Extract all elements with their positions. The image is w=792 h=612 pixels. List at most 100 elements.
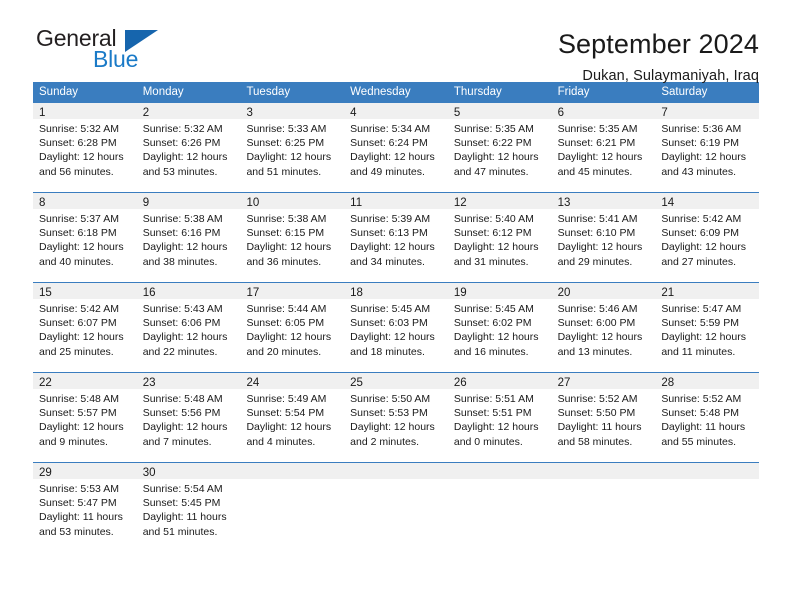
day-number: 26 [453, 377, 467, 389]
calendar-day-cell[interactable]: 9 Sunrise: 5:38 AM Sunset: 6:16 PM Daylig… [136, 193, 241, 282]
calendar-day-cell[interactable]: 25 Sunrise: 5:50 AM Sunset: 5:53 PM Dayli… [344, 373, 448, 462]
calendar-day-cell[interactable]: 12 Sunrise: 5:40 AM Sunset: 6:12 PM Dayli… [447, 193, 552, 282]
general-blue-logo[interactable]: General Blue [33, 26, 216, 82]
day-number-band: 27 [551, 373, 656, 389]
day-sun-details: Sunrise: 5:48 AM Sunset: 5:56 PM Dayligh… [142, 393, 228, 448]
day-sun-details: Sunrise: 5:38 AM Sunset: 6:15 PM Dayligh… [246, 213, 332, 268]
day-number-band: 6 [551, 103, 656, 119]
calendar-day-cell[interactable]: 16 Sunrise: 5:43 AM Sunset: 6:06 PM Dayli… [136, 283, 241, 372]
day-number-band: 13 [551, 193, 656, 209]
page-title: September 2024 [557, 29, 759, 59]
day-number-band: 15 [33, 283, 137, 299]
calendar-day-cell[interactable]: 7 Sunrise: 5:36 AM Sunset: 6:19 PM Daylig… [655, 103, 760, 192]
day-number: 27 [557, 377, 571, 389]
calendar-week-row: 8 Sunrise: 5:37 AM Sunset: 6:18 PM Daylig… [33, 192, 760, 282]
calendar-day-cell[interactable]: 8 Sunrise: 5:37 AM Sunset: 6:18 PM Daylig… [33, 193, 137, 282]
calendar-day-cell[interactable]: 21 Sunrise: 5:47 AM Sunset: 5:59 PM Dayli… [655, 283, 760, 372]
calendar-day-cell[interactable]: 15 Sunrise: 5:42 AM Sunset: 6:07 PM Dayli… [33, 283, 137, 372]
day-number: 6 [557, 107, 564, 119]
calendar-day-cell-empty [344, 463, 448, 552]
day-number: 4 [350, 107, 357, 119]
day-number: 20 [557, 287, 571, 299]
calendar-day-cell[interactable]: 10 Sunrise: 5:38 AM Sunset: 6:15 PM Dayli… [240, 193, 345, 282]
day-number: 23 [142, 377, 156, 389]
day-sun-details [350, 479, 442, 482]
calendar-day-cell[interactable]: 14 Sunrise: 5:42 AM Sunset: 6:09 PM Dayli… [655, 193, 760, 282]
day-sun-details: Sunrise: 5:33 AM Sunset: 6:25 PM Dayligh… [246, 123, 332, 178]
day-number: 18 [350, 287, 363, 299]
day-sun-details: Sunrise: 5:39 AM Sunset: 6:13 PM Dayligh… [350, 213, 435, 268]
day-number: 14 [661, 197, 675, 209]
day-sun-details [661, 479, 753, 482]
day-number: 13 [557, 197, 571, 209]
day-number-band [551, 463, 656, 479]
day-number: 30 [142, 467, 156, 479]
day-number-band: 30 [136, 463, 241, 479]
day-number-band: 21 [655, 283, 760, 299]
calendar-day-cell[interactable]: 24 Sunrise: 5:49 AM Sunset: 5:54 PM Dayli… [240, 373, 345, 462]
calendar-day-cell[interactable]: 6 Sunrise: 5:35 AM Sunset: 6:21 PM Daylig… [551, 103, 656, 192]
page-header: General Blue September 2024 Dukan, Sulay… [33, 0, 759, 84]
calendar-day-cell[interactable]: 11 Sunrise: 5:39 AM Sunset: 6:13 PM Dayli… [344, 193, 448, 282]
day-number-band: 26 [447, 373, 552, 389]
day-sun-details: Sunrise: 5:46 AM Sunset: 6:00 PM Dayligh… [557, 303, 643, 358]
weekday-wednesday: Wednesday [350, 86, 411, 98]
day-number-band: 16 [136, 283, 241, 299]
day-sun-details: Sunrise: 5:42 AM Sunset: 6:09 PM Dayligh… [661, 213, 746, 268]
calendar-day-cell[interactable]: 2 Sunrise: 5:32 AM Sunset: 6:26 PM Daylig… [136, 103, 241, 192]
day-number-band: 12 [447, 193, 552, 209]
day-number: 24 [246, 377, 260, 389]
calendar-day-cell[interactable]: 27 Sunrise: 5:52 AM Sunset: 5:50 PM Dayli… [551, 373, 656, 462]
day-sun-details: Sunrise: 5:48 AM Sunset: 5:57 PM Dayligh… [39, 393, 124, 448]
day-number-band: 18 [344, 283, 448, 299]
calendar-page: General Blue September 2024 Dukan, Sulay… [0, 0, 792, 612]
day-number: 16 [142, 287, 156, 299]
day-number-band: 17 [240, 283, 345, 299]
calendar-day-cell-empty [447, 463, 552, 552]
calendar-day-cell[interactable]: 1 Sunrise: 5:32 AM Sunset: 6:28 PM Daylig… [33, 103, 137, 192]
day-sun-details: Sunrise: 5:35 AM Sunset: 6:22 PM Dayligh… [453, 123, 539, 178]
day-number-band: 9 [136, 193, 241, 209]
day-number: 21 [661, 287, 675, 299]
day-sun-details: Sunrise: 5:42 AM Sunset: 6:07 PM Dayligh… [39, 303, 124, 358]
day-number-band: 22 [33, 373, 137, 389]
day-number-band: 19 [447, 283, 552, 299]
day-number-band [655, 463, 760, 479]
calendar-day-cell[interactable]: 4 Sunrise: 5:34 AM Sunset: 6:24 PM Daylig… [344, 103, 448, 192]
weekday-sunday: Sunday [39, 86, 79, 98]
calendar-day-cell[interactable]: 18 Sunrise: 5:45 AM Sunset: 6:03 PM Dayli… [344, 283, 448, 372]
calendar-day-cell[interactable]: 28 Sunrise: 5:52 AM Sunset: 5:48 PM Dayli… [655, 373, 760, 462]
day-sun-details: Sunrise: 5:53 AM Sunset: 5:47 PM Dayligh… [39, 483, 123, 538]
day-number-band: 28 [655, 373, 760, 389]
day-sun-details: Sunrise: 5:38 AM Sunset: 6:16 PM Dayligh… [142, 213, 228, 268]
calendar-day-cell[interactable]: 5 Sunrise: 5:35 AM Sunset: 6:22 PM Daylig… [447, 103, 552, 192]
day-number-band [240, 463, 345, 479]
weekday-saturday: Saturday [661, 86, 708, 98]
calendar-day-cell[interactable]: 29 Sunrise: 5:53 AM Sunset: 5:47 PM Dayli… [33, 463, 137, 552]
day-sun-details: Sunrise: 5:51 AM Sunset: 5:51 PM Dayligh… [453, 393, 539, 448]
weekday-thursday: Thursday [453, 86, 502, 98]
calendar-day-cell[interactable]: 17 Sunrise: 5:44 AM Sunset: 6:05 PM Dayli… [240, 283, 345, 372]
calendar-day-cell[interactable]: 23 Sunrise: 5:48 AM Sunset: 5:56 PM Dayli… [136, 373, 241, 462]
day-number: 17 [246, 287, 260, 299]
calendar-day-cell[interactable]: 3 Sunrise: 5:33 AM Sunset: 6:25 PM Daylig… [240, 103, 345, 192]
calendar-day-cell[interactable]: 26 Sunrise: 5:51 AM Sunset: 5:51 PM Dayli… [447, 373, 552, 462]
calendar-day-cell[interactable]: 30 Sunrise: 5:54 AM Sunset: 5:45 PM Dayli… [136, 463, 241, 552]
day-number: 2 [142, 107, 150, 119]
calendar-day-cell[interactable]: 13 Sunrise: 5:41 AM Sunset: 6:10 PM Dayli… [551, 193, 656, 282]
calendar-day-cell[interactable]: 19 Sunrise: 5:45 AM Sunset: 6:02 PM Dayli… [447, 283, 552, 372]
weekday-monday: Monday [142, 86, 184, 98]
day-sun-details: Sunrise: 5:34 AM Sunset: 6:24 PM Dayligh… [350, 123, 435, 178]
day-sun-details: Sunrise: 5:32 AM Sunset: 6:28 PM Dayligh… [39, 123, 124, 178]
day-number-band: 2 [136, 103, 241, 119]
day-number-band: 11 [344, 193, 448, 209]
day-number-band: 10 [240, 193, 345, 209]
blue-triangle-flag-icon [125, 30, 158, 52]
calendar-day-cell[interactable]: 22 Sunrise: 5:48 AM Sunset: 5:57 PM Dayli… [33, 373, 137, 462]
day-number-band: 25 [344, 373, 448, 389]
calendar-day-cell[interactable]: 20 Sunrise: 5:46 AM Sunset: 6:00 PM Dayli… [551, 283, 656, 372]
day-number: 8 [39, 197, 46, 209]
day-sun-details [454, 479, 546, 482]
day-number: 10 [246, 197, 260, 209]
day-sun-details: Sunrise: 5:36 AM Sunset: 6:19 PM Dayligh… [661, 123, 746, 178]
